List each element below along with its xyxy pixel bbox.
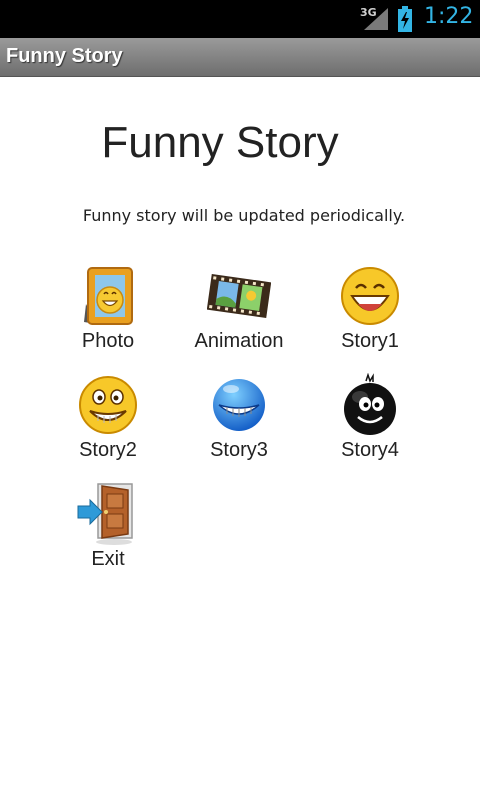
clock: 1:22 bbox=[424, 4, 474, 29]
photo-frame-icon bbox=[84, 267, 133, 325]
status-bar: 3G 1:22 bbox=[0, 0, 480, 38]
battery-charging-icon bbox=[398, 6, 412, 32]
film-strip-icon bbox=[207, 273, 271, 319]
menu-item-exit[interactable]: Exit bbox=[43, 482, 173, 571]
menu-item-label: Story4 bbox=[341, 439, 399, 461]
menu-item-label: Animation bbox=[194, 330, 284, 352]
menu-item-story4[interactable]: Story4 bbox=[305, 373, 435, 462]
menu-item-story3[interactable]: Story3 bbox=[174, 373, 304, 462]
menu-item-story2[interactable]: Story2 bbox=[43, 373, 173, 462]
page-subtitle: Funny story will be updated periodically… bbox=[82, 206, 406, 225]
menu-item-label: Photo bbox=[81, 330, 135, 352]
menu-item-label: Exit bbox=[91, 548, 125, 570]
menu-item-label: Story1 bbox=[341, 330, 399, 352]
app-title: Funny Story bbox=[6, 45, 123, 67]
menu-item-animation[interactable]: Animation bbox=[174, 264, 304, 353]
black-smiley-icon bbox=[344, 373, 396, 435]
exit-door-icon bbox=[77, 483, 133, 545]
laughing-face-icon bbox=[341, 267, 399, 325]
menu-item-photo[interactable]: Photo bbox=[43, 264, 173, 353]
menu-item-story1[interactable]: Story1 bbox=[305, 264, 435, 353]
menu-item-label: Story2 bbox=[79, 439, 137, 461]
signal-icon bbox=[364, 8, 388, 30]
title-bar: Funny Story bbox=[0, 38, 480, 77]
page-heading: Funny Story bbox=[101, 118, 339, 167]
menu-item-label: Story3 bbox=[210, 439, 268, 461]
blue-grin-face-icon bbox=[213, 379, 265, 431]
grinning-face-icon bbox=[79, 376, 137, 434]
